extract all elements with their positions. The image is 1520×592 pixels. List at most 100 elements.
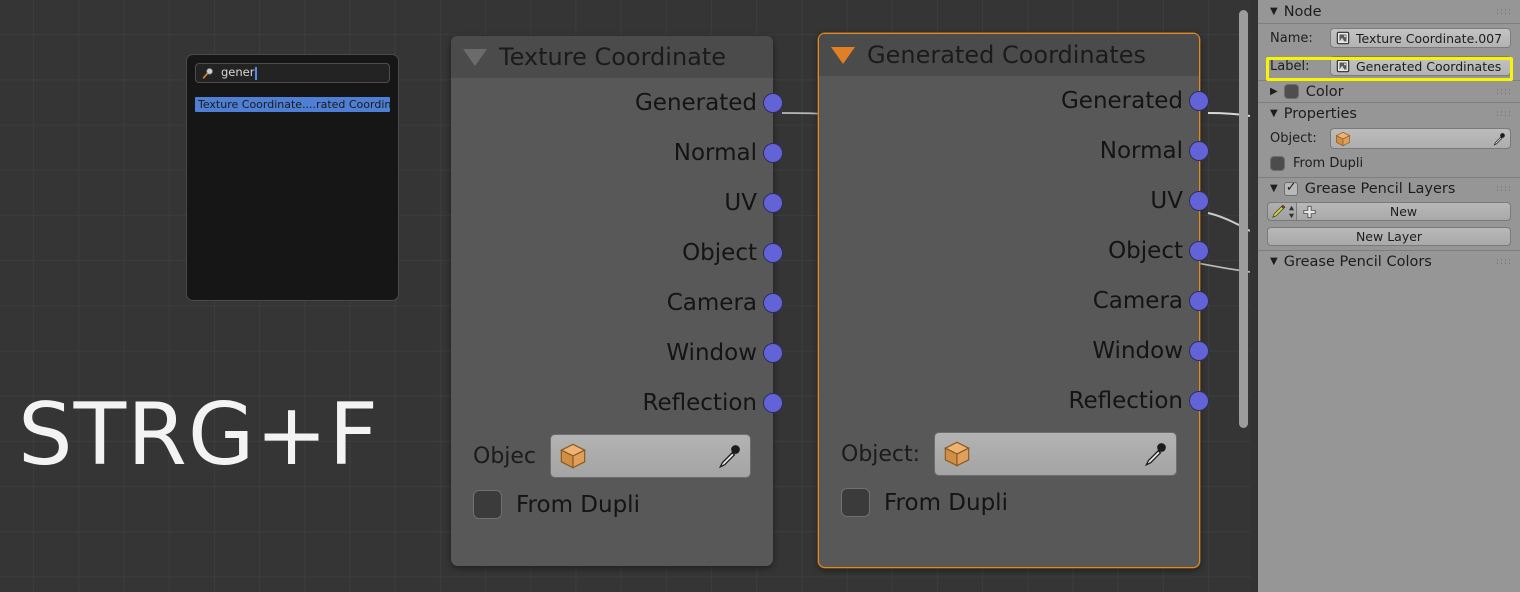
socket-label: Window <box>1092 338 1183 364</box>
socket-dot[interactable] <box>763 193 783 213</box>
node-body: Generated Normal UV Object Camera Window… <box>451 78 783 535</box>
enable-checkbox[interactable] <box>1283 180 1298 196</box>
triangle-down-icon[interactable]: ▼ <box>1270 256 1278 267</box>
from-dupli-checkbox[interactable] <box>473 490 502 519</box>
panel-section-properties-header[interactable]: ▼ Properties :::: <box>1258 102 1520 124</box>
socket-label: Camera <box>666 290 757 316</box>
socket-dot[interactable] <box>763 93 783 113</box>
socket-row-generated[interactable]: Generated <box>451 78 783 128</box>
node-header[interactable]: Generated Coordinates <box>819 34 1199 76</box>
object-property-row: Objec <box>451 428 773 482</box>
socket-label: Window <box>666 340 757 366</box>
socket-row-normal[interactable]: Normal <box>819 126 1209 176</box>
socket-dot[interactable] <box>1189 241 1209 261</box>
panel-section-grease-pencil-layers-header[interactable]: ▼ Grease Pencil Layers :::: <box>1258 177 1520 199</box>
socket-row-uv[interactable]: UV <box>819 176 1209 226</box>
new-button-label: New <box>1389 204 1418 219</box>
object-selector-field[interactable] <box>550 434 751 478</box>
socket-row-camera[interactable]: Camera <box>451 278 783 328</box>
from-dupli-row[interactable]: From Dupli <box>451 482 773 529</box>
socket-dot[interactable] <box>1189 191 1209 211</box>
color-swatch[interactable] <box>1283 84 1299 99</box>
object-label: Objec <box>473 443 537 469</box>
eyedropper-icon[interactable] <box>1142 441 1168 467</box>
name-label: Name: <box>1270 30 1313 46</box>
triangle-down-icon[interactable]: ▼ <box>1270 6 1278 17</box>
socket-label: Generated <box>634 90 757 116</box>
node-name-value: Texture Coordinate.007 <box>1356 30 1503 46</box>
node-label-field[interactable]: Generated Coordinates <box>1330 56 1511 76</box>
socket-row-window[interactable]: Window <box>819 326 1209 376</box>
socket-label: Normal <box>1099 138 1183 164</box>
drag-grip-icon[interactable]: :::: <box>1496 7 1512 16</box>
drag-grip-icon[interactable]: :::: <box>1496 184 1512 193</box>
socket-row-object[interactable]: Object <box>819 226 1209 276</box>
socket-dot[interactable] <box>1189 141 1209 161</box>
section-title: Node <box>1283 3 1322 20</box>
eyedropper-icon[interactable] <box>716 443 742 469</box>
new-layer-button[interactable]: New Layer <box>1267 227 1511 246</box>
socket-label: Generated <box>1060 88 1183 114</box>
socket-dot[interactable] <box>1189 391 1209 411</box>
socket-label: Normal <box>673 140 757 166</box>
object-property-row: Object: <box>819 426 1199 480</box>
triangle-down-icon[interactable]: ▼ <box>1270 108 1278 119</box>
drag-grip-icon[interactable]: :::: <box>1496 109 1512 118</box>
from-dupli-row[interactable]: From Dupli <box>819 480 1199 527</box>
node-image-icon <box>1336 59 1350 73</box>
socket-dot[interactable] <box>763 393 783 413</box>
socket-dot[interactable] <box>1189 291 1209 311</box>
search-input[interactable]: gener <box>195 63 390 83</box>
socket-row-reflection[interactable]: Reflection <box>451 378 783 428</box>
object-selector-field[interactable] <box>1330 128 1511 149</box>
node-generated-coordinates[interactable]: Generated Coordinates Generated Normal U… <box>818 33 1209 568</box>
triangle-down-icon[interactable] <box>831 46 855 64</box>
node-header[interactable]: Texture Coordinate <box>451 36 773 78</box>
drag-grip-icon[interactable]: :::: <box>1496 257 1512 266</box>
cube-icon <box>1335 131 1351 146</box>
cube-icon <box>944 441 971 467</box>
panel-section-node-header[interactable]: ▼ Node :::: <box>1258 0 1520 24</box>
canvas-vertical-scrollbar[interactable] <box>1239 10 1248 428</box>
node-editor-canvas[interactable]: STRG+F Texture Coordinate Generated Norm… <box>0 0 1250 592</box>
eyedropper-icon[interactable] <box>1492 132 1506 146</box>
updown-arrows-icon[interactable] <box>1288 205 1295 219</box>
socket-row-generated[interactable]: Generated <box>819 76 1209 126</box>
search-result-label: Texture Coordinate....rated Coordinates) <box>198 98 390 111</box>
node-name-row: Name: Texture Coordinate.007 <box>1258 24 1520 52</box>
socket-dot[interactable] <box>763 143 783 163</box>
object-selector-field[interactable] <box>934 432 1177 476</box>
panel-section-grease-pencil-colors-header[interactable]: ▼ Grease Pencil Colors :::: <box>1258 250 1520 272</box>
socket-row-camera[interactable]: Camera <box>819 276 1209 326</box>
pencil-datablock-button[interactable] <box>1267 202 1297 221</box>
drag-grip-icon[interactable]: :::: <box>1496 87 1512 96</box>
properties-from-dupli-row[interactable]: From Dupli <box>1258 153 1520 177</box>
section-title: Grease Pencil Colors <box>1283 253 1432 270</box>
socket-dot[interactable] <box>1189 91 1209 111</box>
socket-row-object[interactable]: Object <box>451 228 783 278</box>
search-result-item[interactable]: Texture Coordinate....rated Coordinates) <box>195 97 390 112</box>
socket-row-uv[interactable]: UV <box>451 178 783 228</box>
from-dupli-checkbox[interactable] <box>1270 156 1285 171</box>
socket-row-reflection[interactable]: Reflection <box>819 376 1209 426</box>
from-dupli-checkbox[interactable] <box>841 488 870 517</box>
node-search-popup[interactable]: gener Texture Coordinate....rated Coordi… <box>186 54 399 301</box>
triangle-down-icon[interactable] <box>463 48 487 66</box>
socket-dot[interactable] <box>763 343 783 363</box>
node-texture-coordinate[interactable]: Texture Coordinate Generated Normal UV O… <box>451 36 783 566</box>
triangle-down-icon[interactable]: ▼ <box>1270 183 1278 194</box>
pencil-icon <box>1271 204 1285 218</box>
socket-row-normal[interactable]: Normal <box>451 128 783 178</box>
socket-dot[interactable] <box>1189 341 1209 361</box>
socket-label: Reflection <box>642 390 757 416</box>
panel-section-color-header[interactable]: ▶ Color :::: <box>1258 80 1520 102</box>
socket-dot[interactable] <box>763 243 783 263</box>
node-name-field[interactable]: Texture Coordinate.007 <box>1330 28 1511 48</box>
socket-dot[interactable] <box>763 293 783 313</box>
triangle-right-icon[interactable]: ▶ <box>1270 86 1278 97</box>
from-dupli-label: From Dupli <box>1293 156 1364 171</box>
new-datablock-button[interactable]: New <box>1297 202 1511 221</box>
socket-row-window[interactable]: Window <box>451 328 783 378</box>
object-label: Object: <box>841 441 921 467</box>
text-cursor <box>255 66 258 80</box>
